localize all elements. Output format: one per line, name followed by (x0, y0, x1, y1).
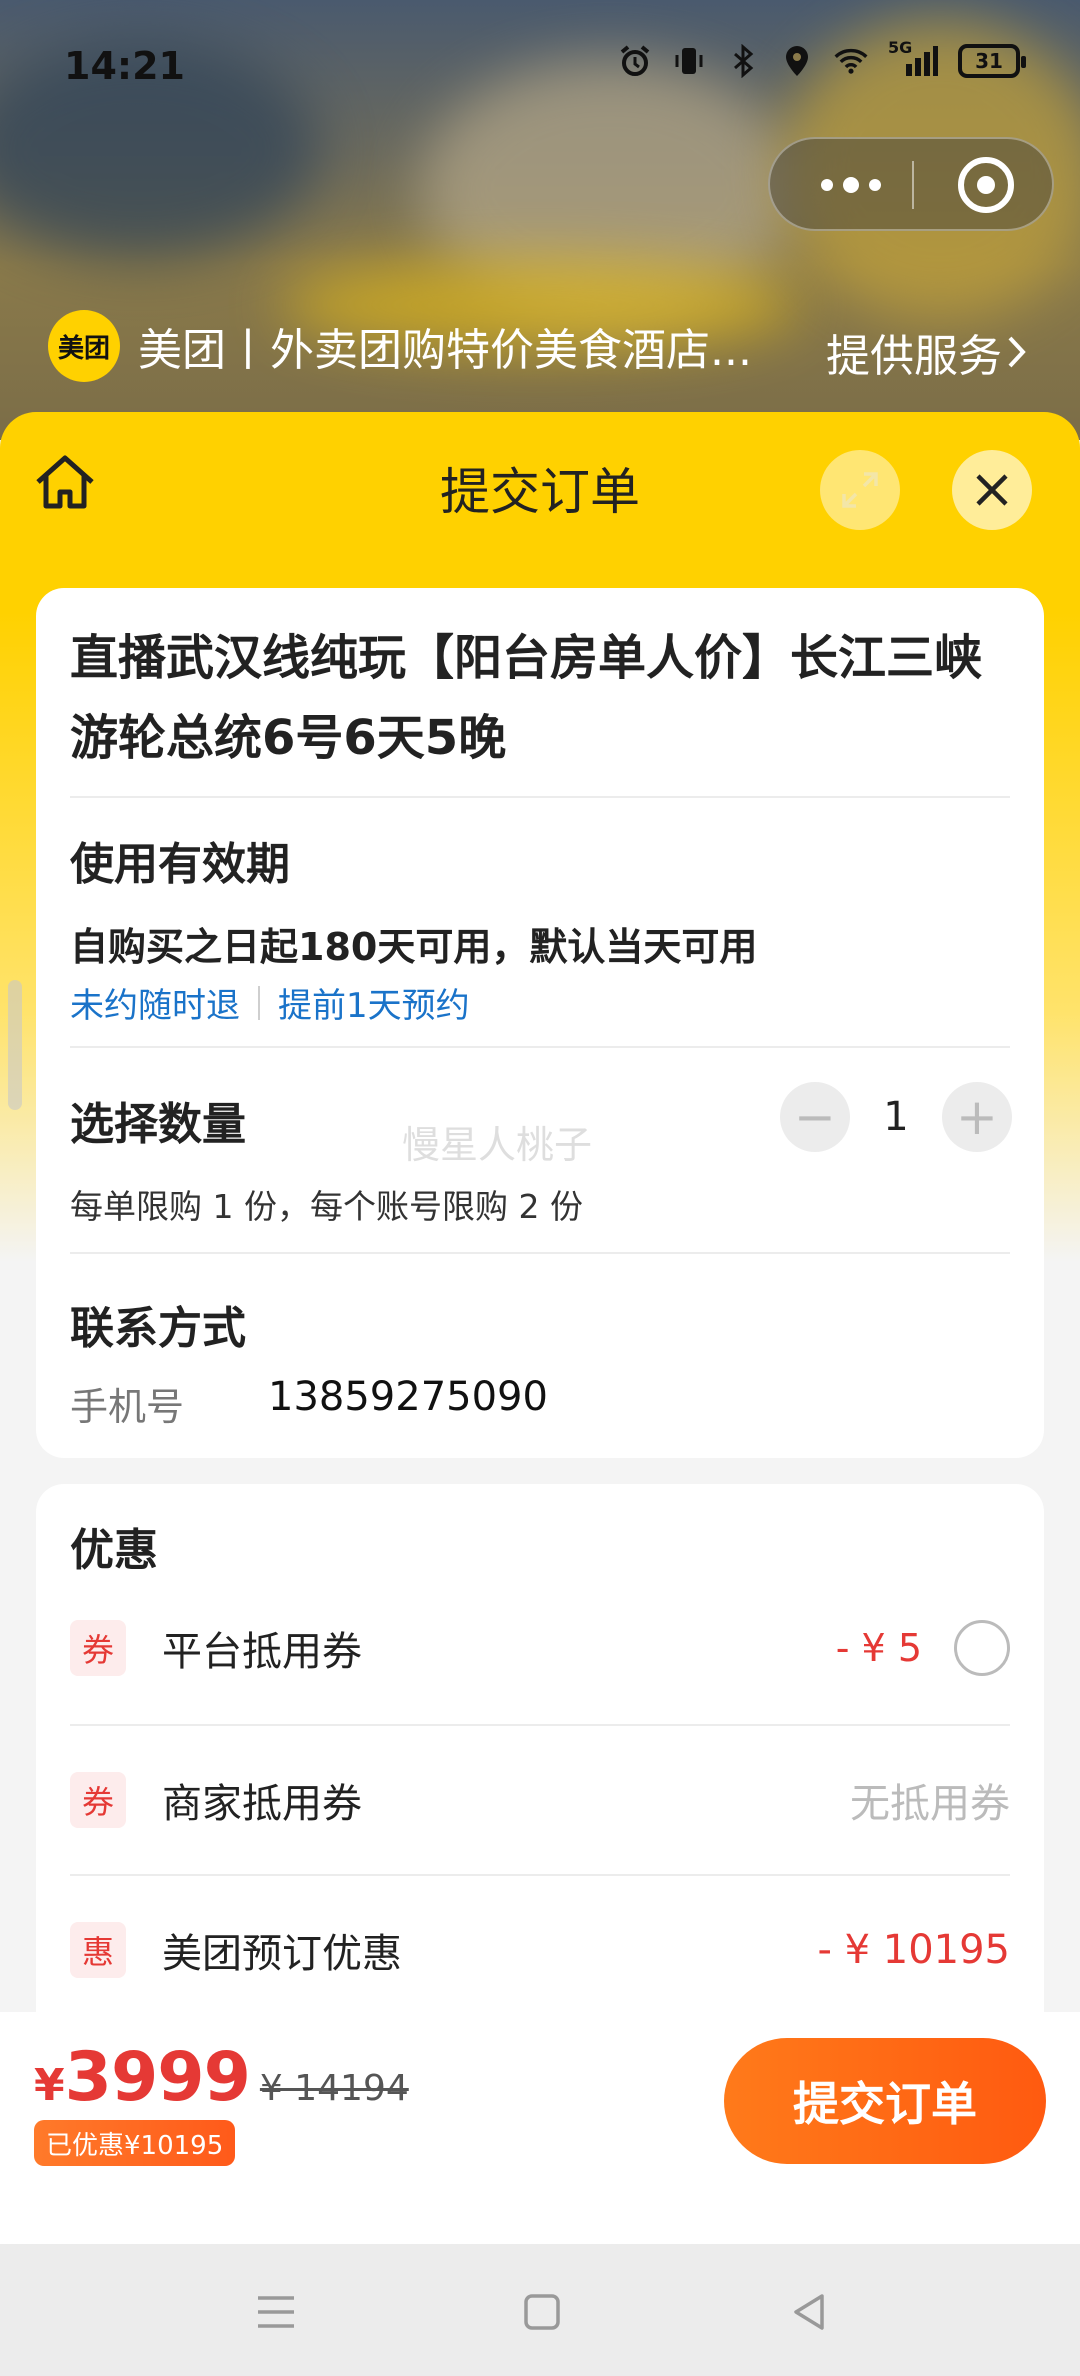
coupon-radio[interactable] (954, 1620, 1010, 1676)
purchase-limit-text: 每单限购 1 份，每个账号限购 2 份 (70, 1187, 583, 1226)
home-nav-icon[interactable] (514, 2284, 570, 2340)
expand-icon[interactable] (820, 450, 900, 530)
reservation-tag[interactable]: 提前1天预约 (278, 978, 470, 1027)
promo-row-booking-discount: 惠 美团预订优惠 - ¥ 10195 (70, 1910, 1010, 1990)
mini-program-capsule (768, 137, 1054, 231)
status-time: 14:21 (64, 44, 185, 88)
page-title: 提交订单 (440, 463, 640, 521)
capsule-divider (912, 161, 914, 209)
refund-tag[interactable]: 未约随时退 (70, 978, 240, 1027)
decrease-button[interactable]: − (780, 1082, 850, 1152)
battery-level: 31 (975, 49, 1003, 73)
checkout-bar: ¥ 3999 ¥ 14194 已优惠¥10195 提交订单 (0, 2012, 1080, 2244)
promotions-title: 优惠 (70, 1525, 158, 1576)
coupon-badge: 券 (70, 1620, 126, 1676)
tag-separator (258, 985, 260, 1020)
order-details-card: 直播武汉线纯玩【阳台房单人价】长江三峡游轮总统6号6天5晚 使用有效期 自购买之… (36, 588, 1044, 1458)
discount-badge: 已优惠¥10195 (34, 2120, 236, 2166)
watermark: 慢星人桃子 (402, 1123, 593, 1167)
back-icon[interactable] (782, 2284, 838, 2340)
promo-row-platform-coupon[interactable]: 券 平台抵用券 - ¥ 5 (70, 1608, 1010, 1688)
promo-label: 商家抵用券 (162, 1781, 362, 1827)
side-drag-handle[interactable] (8, 980, 22, 1110)
divider (70, 1046, 1010, 1048)
promo-value: - ¥ 5 (835, 1626, 922, 1670)
divider (70, 1874, 1010, 1876)
service-label: 提供服务 (826, 331, 1002, 382)
promo-label: 平台抵用券 (162, 1629, 362, 1675)
currency-symbol: ¥ (34, 2060, 65, 2111)
phone-label: 手机号 (70, 1385, 185, 1429)
submit-order-button[interactable]: 提交订单 (724, 2038, 1046, 2164)
service-link[interactable]: 提供服务 (826, 320, 1028, 384)
sheet-header: 提交订单 (0, 412, 1080, 552)
original-price: ¥ 14194 (259, 2068, 409, 2109)
promo-label: 美团预订优惠 (162, 1931, 402, 1977)
divider (70, 1252, 1010, 1254)
promo-row-merchant-coupon[interactable]: 券 商家抵用券 无抵用券 (70, 1760, 1010, 1840)
promo-value: - ¥ 10195 (817, 1927, 1010, 1973)
network-label: 5G (888, 38, 913, 57)
wifi-icon (834, 44, 868, 78)
signal-icon: 5G (888, 38, 938, 78)
increase-button[interactable]: + (942, 1082, 1012, 1152)
discount-badge: 惠 (70, 1922, 126, 1978)
vibrate-icon (672, 44, 706, 78)
coupon-badge: 券 (70, 1772, 126, 1828)
promotions-card: 优惠 券 平台抵用券 - ¥ 5 券 商家抵用券 无抵用券 惠 美团预订优惠 -… (36, 1484, 1044, 2012)
alarm-icon (618, 44, 652, 78)
menu-icon[interactable] (248, 2284, 304, 2340)
mini-program-name: 美团丨外卖团购特价美食酒店... (138, 325, 752, 376)
policy-tags: 未约随时退 提前1天预约 (70, 978, 470, 1027)
quantity-stepper: − 1 + (780, 1082, 1012, 1152)
mini-program-info-bar[interactable]: 美团 美团丨外卖团购特价美食酒店... 提供服务 (48, 310, 1048, 382)
contact-title: 联系方式 (70, 1303, 246, 1354)
system-nav-bar (0, 2244, 1080, 2376)
divider (70, 796, 1010, 798)
close-button[interactable] (952, 450, 1032, 530)
validity-title: 使用有效期 (70, 839, 290, 890)
validity-text: 自购买之日起180天可用，默认当天可用 (70, 925, 758, 969)
promo-value: 无抵用券 (850, 1781, 1010, 1827)
close-mini-program-icon[interactable] (958, 157, 1014, 213)
bluetooth-icon (726, 44, 760, 78)
divider (70, 1724, 1010, 1726)
product-title: 直播武汉线纯玩【阳台房单人价】长江三峡游轮总统6号6天5晚 (70, 630, 983, 766)
close-icon (976, 474, 1008, 506)
order-sheet: 提交订单 直播武汉线纯玩【阳台房单人价】长江三峡游轮总统6号6天5晚 使用有效期… (0, 412, 1080, 2012)
meituan-logo: 美团 (48, 310, 120, 382)
quantity-title: 选择数量 (70, 1099, 246, 1150)
quantity-value: 1 (883, 1094, 909, 1140)
final-price: 3999 (64, 2038, 251, 2117)
chevron-right-icon (1008, 336, 1026, 368)
price-summary: ¥ 3999 ¥ 14194 (34, 2038, 409, 2117)
more-icon[interactable] (806, 165, 896, 205)
status-bar: 14:21 5G 31 (0, 30, 1080, 100)
phone-field[interactable]: 13859275090 (268, 1374, 548, 1420)
battery-icon: 31 (958, 44, 1026, 78)
location-icon (780, 44, 814, 78)
